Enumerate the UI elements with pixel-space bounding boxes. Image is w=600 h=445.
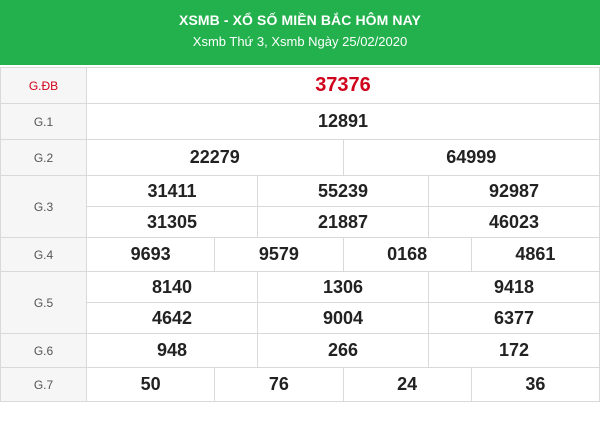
prize-number: 948 (86, 333, 258, 368)
prize-number: 9418 (428, 271, 600, 303)
prize-label: G.ĐB (0, 67, 87, 104)
prize-number: 22279 (86, 139, 344, 176)
prize-row-g5: G.5 8140 1306 9418 (0, 271, 600, 334)
prize-number: 76 (214, 367, 344, 402)
prize-number: 9004 (257, 302, 429, 334)
prize-number: 9693 (85, 237, 216, 272)
prize-number: 1306 (257, 271, 429, 303)
prize-number: 92987 (428, 175, 600, 207)
prize-label: G.5 (0, 271, 87, 334)
prize-number: 64999 (342, 139, 600, 176)
prize-number: 4861 (470, 237, 600, 272)
prize-row-g3-second: 31305 21887 46023 (1, 206, 600, 238)
prize-label: G.3 (0, 175, 87, 238)
results-header: XSMB - XỔ SỐ MIỀN BẮC HÔM NAY Xsmb Thứ 3… (0, 0, 600, 65)
prize-number: 9579 (214, 237, 344, 272)
prize-row-g2: G.2 22279 64999 (0, 139, 600, 176)
prize-number: 12891 (86, 103, 600, 140)
prize-number: 0168 (342, 237, 472, 272)
prize-number: 31305 (86, 206, 258, 238)
prize-number: 6377 (428, 302, 600, 334)
prize-number: 21887 (257, 206, 429, 238)
header-title: XSMB - XỔ SỐ MIỀN BẮC HÔM NAY (179, 12, 421, 28)
prize-row-special: G.ĐB 37376 (0, 67, 600, 104)
prize-number: 266 (257, 333, 429, 368)
prize-number: 55239 (257, 175, 429, 207)
lottery-results-panel: XSMB - XỔ SỐ MIỀN BẮC HÔM NAY Xsmb Thứ 3… (0, 0, 600, 445)
prize-number: 31411 (86, 175, 258, 207)
prize-number: 37376 (86, 67, 600, 104)
prize-label: G.4 (0, 237, 87, 272)
prize-row-g1: G.1 12891 (0, 103, 600, 140)
results-table: G.ĐB 37376 G.1 12891 G.2 22279 64999 G.3… (0, 67, 600, 402)
header-subtitle: Xsmb Thứ 3, Xsmb Ngày 25/02/2020 (192, 34, 408, 49)
prize-number: 36 (470, 367, 600, 402)
prize-row-g7: G.7 50 76 24 36 (0, 367, 600, 402)
prize-number: 8140 (86, 271, 258, 303)
prize-number: 50 (85, 367, 216, 402)
prize-label: G.2 (0, 139, 87, 176)
prize-row-g4: G.4 9693 9579 0168 4861 (0, 237, 600, 272)
prize-number: 46023 (428, 206, 600, 238)
prize-row-g5-second: 4642 9004 6377 (1, 302, 600, 334)
prize-row-g3: G.3 31411 55239 92987 (0, 175, 600, 238)
prize-row-g6: G.6 948 266 172 (0, 333, 600, 368)
prize-number: 4642 (86, 302, 258, 334)
prize-number: 24 (342, 367, 472, 402)
prize-label: G.7 (0, 367, 87, 402)
prize-label: G.6 (0, 333, 87, 368)
prize-label: G.1 (0, 103, 87, 140)
prize-number: 172 (428, 333, 600, 368)
